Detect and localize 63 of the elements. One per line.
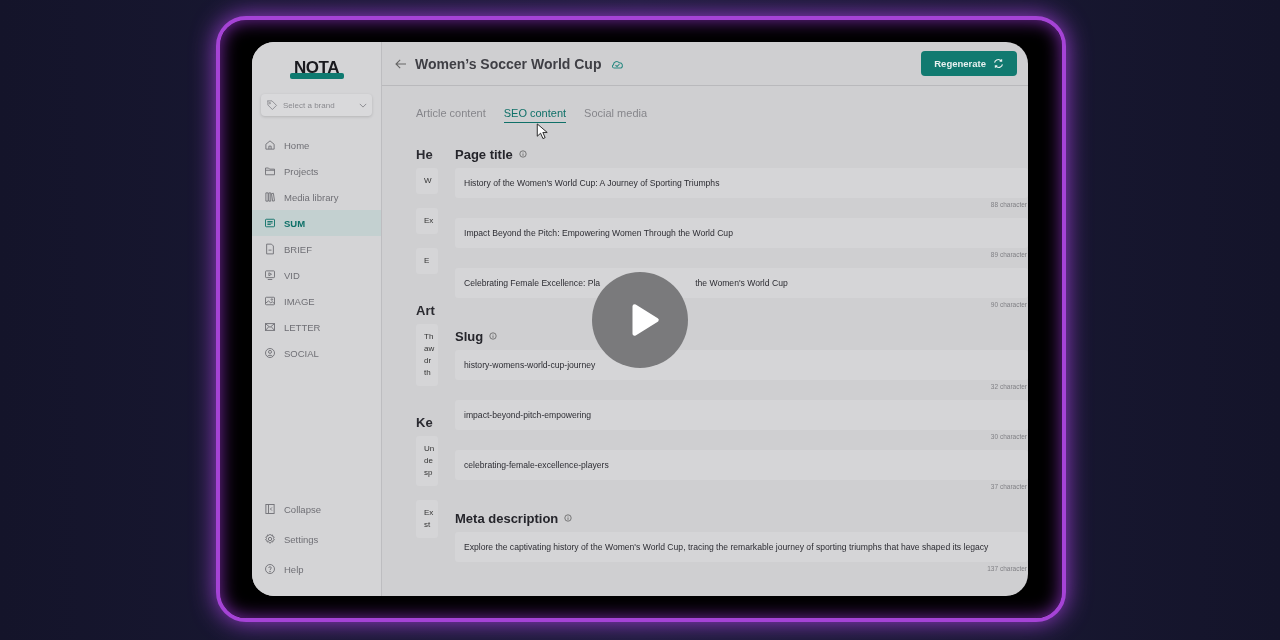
info-icon (489, 332, 498, 340)
nav-item[interactable]: LETTER (252, 314, 381, 340)
text-field[interactable]: Explore the captivating history of the Women's World Cup, tracing the remarkable journey of sporting triumphs that have shaped its legacy (455, 532, 1028, 562)
text-field[interactable]: History of the Women's World Cup: A Journey of Sporting Triumphs (455, 168, 1028, 198)
text-field[interactable]: impact-beyond-pitch-empowering (455, 400, 1028, 430)
nav-item[interactable]: Projects (252, 158, 381, 184)
text-fragment: E (424, 255, 431, 267)
text-fragment: W (424, 175, 433, 187)
nav-item[interactable]: BRIEF (252, 236, 381, 262)
mouse-pointer-icon (536, 123, 548, 140)
tab[interactable]: SEO content (503, 106, 567, 123)
text-fragment: de (424, 455, 434, 467)
section-heading: Ke (416, 413, 434, 432)
nav-item[interactable]: Home (252, 132, 381, 158)
text-fragment: st (424, 519, 432, 531)
envelope-icon (264, 321, 276, 333)
user-circle-icon (264, 347, 276, 359)
logo: NOTA (289, 56, 344, 80)
nav-item[interactable]: Media library (252, 184, 381, 210)
text-fragment: Un (424, 443, 436, 455)
cloud-check-icon (611, 58, 625, 69)
regenerate-button[interactable]: Regenerate (921, 51, 1017, 76)
tab[interactable]: Article content (416, 106, 486, 123)
section-heading: Art (416, 301, 436, 320)
nav-item[interactable]: Collapse (252, 496, 381, 522)
text-fragment: dr (424, 355, 433, 367)
nav-item[interactable]: IMAGE (252, 288, 381, 314)
chevron-down-icon (359, 102, 367, 108)
books-icon (264, 191, 276, 203)
text-fragment: Th (424, 331, 435, 343)
text-fragment: th (424, 367, 432, 379)
refresh-icon (993, 58, 1004, 69)
tag-icon (266, 99, 278, 111)
text-fragment: aw (424, 343, 436, 355)
home-icon (264, 139, 276, 151)
text-field[interactable]: celebrating-female-excellence-players (455, 450, 1028, 480)
nav-item[interactable]: SUM (252, 210, 381, 236)
brand-select[interactable]: Select a brand (261, 94, 372, 116)
nav-item[interactable]: Settings (252, 526, 381, 552)
text-fragment: Ex (424, 215, 435, 227)
document-icon (264, 243, 276, 255)
tab[interactable]: Social media (584, 106, 648, 123)
help-icon (264, 563, 276, 575)
collapse-icon (264, 503, 276, 515)
section-title: Page title (455, 146, 513, 162)
page-title: Women’s Soccer World Cup (415, 55, 602, 72)
info-icon (564, 514, 573, 522)
section-title: Slug (455, 328, 484, 344)
back-arrow-icon[interactable] (395, 58, 407, 69)
nav-item[interactable]: Help (252, 556, 381, 582)
text-field[interactable]: Impact Beyond the Pitch: Empowering Women Through the World Cup (455, 218, 1028, 248)
folder-icon (264, 165, 276, 177)
text-fragment: Ex (424, 507, 435, 519)
video-icon (264, 269, 276, 281)
nav-item[interactable]: VID (252, 262, 381, 288)
nav-item[interactable]: SOCIAL (252, 340, 381, 366)
section-heading: He (416, 145, 434, 164)
text-fragment: sp (424, 467, 434, 479)
settings-icon (264, 533, 276, 545)
section-title: Meta description (455, 510, 559, 526)
image-icon (264, 295, 276, 307)
document-icon (264, 217, 276, 229)
info-icon (518, 150, 527, 158)
